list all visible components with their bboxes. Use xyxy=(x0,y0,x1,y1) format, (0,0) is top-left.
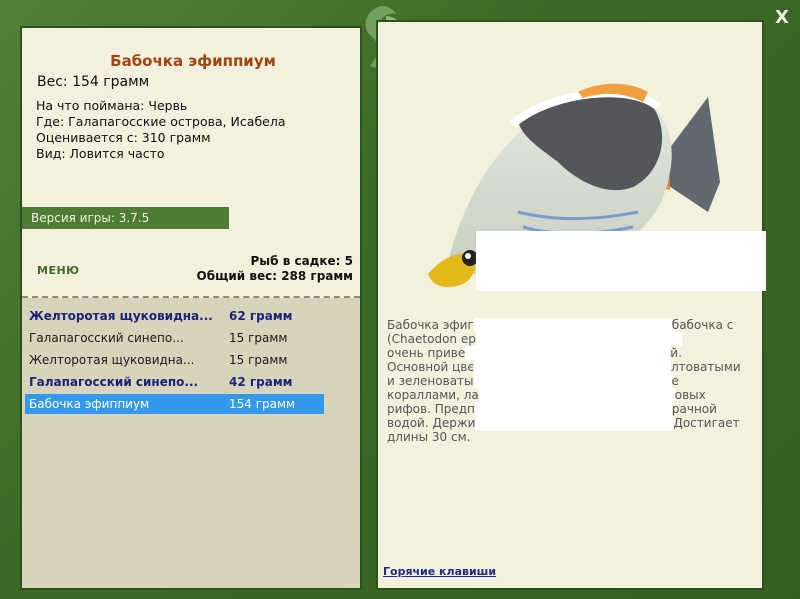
desc-line-left: водой. Держи xyxy=(387,416,476,430)
close-button[interactable]: X xyxy=(772,8,792,28)
catch-item-name: Желторотая щуковидна... xyxy=(29,309,213,323)
fish-value-from: Оценивается с: 310 грамм xyxy=(36,130,211,145)
desc-line-left: Основной цвє xyxy=(387,360,474,374)
catch-item-weight: 154 грамм xyxy=(229,397,296,411)
catch-item-name: Бабочка эфиппиум xyxy=(29,397,150,411)
desc-line-right: Достигает xyxy=(673,416,740,430)
fish-weight: Вес: 154 грамм xyxy=(37,74,150,90)
desc-line-right: й. xyxy=(670,346,682,360)
desc-line-right: лтоватыми xyxy=(670,360,741,374)
fish-image-panel: Бабочка эфиг бабочка с (Chaetodon ep очен… xyxy=(376,20,766,590)
version-label: Версия игры: 3.7.5 xyxy=(22,207,229,229)
catch-item-weight: 42 грамм xyxy=(229,375,293,389)
desc-line-left: кораллами, ла xyxy=(387,388,479,402)
desc-line-right: е xyxy=(671,374,679,388)
catch-list-item[interactable]: Галапагосский синепо... 42 грамм xyxy=(25,372,324,392)
cage-total-weight: Общий вес: 288 грамм xyxy=(196,269,353,283)
catch-item-weight: 15 грамм xyxy=(229,331,288,345)
desc-line-left: (Chaetodon ep xyxy=(387,332,476,346)
fish-location: Где: Галапагосские острова, Исабела xyxy=(36,114,286,129)
catch-item-name: Галапагосский синепо... xyxy=(29,375,199,389)
hotkeys-link[interactable]: Горячие клавиши xyxy=(383,565,496,578)
catch-list-item[interactable]: Галапагосский синепо... 15 грамм xyxy=(25,328,324,348)
fish-frequency: Вид: Ловится часто xyxy=(36,146,165,161)
desc-line-left: рифов. Предп xyxy=(387,402,475,416)
catch-list-item-selected[interactable]: Бабочка эфиппиум 154 грамм xyxy=(25,394,324,414)
fish-bait: На что поймана: Червь xyxy=(36,98,188,113)
catch-item-name: Желторотая щуковидна... xyxy=(29,353,195,367)
catch-list-item[interactable]: Желторотая щуковидна... 62 грамм xyxy=(25,306,324,326)
catch-item-weight: 15 грамм xyxy=(229,353,288,367)
desc-line-left: очень приве xyxy=(387,346,466,360)
catch-item-weight: 62 грамм xyxy=(229,309,293,323)
desc-line-right: овых xyxy=(674,388,706,402)
catch-item-name: Галапагосский синепо... xyxy=(29,331,184,345)
desc-line-left: длины 30 см. xyxy=(387,430,471,444)
fish-title: Бабочка эфиппиум xyxy=(110,52,276,70)
catch-list-item[interactable]: Желторотая щуковидна... 15 грамм xyxy=(25,350,324,370)
catch-list: Желторотая щуковидна... 62 грамм Галапаг… xyxy=(22,298,360,588)
menu-button[interactable]: МЕНЮ xyxy=(37,264,80,277)
cage-count: Рыб в садке: 5 xyxy=(250,254,354,268)
desc-line-right: бабочка с xyxy=(671,318,734,332)
desc-line-left: и зеленоваты xyxy=(387,374,474,388)
fish-description: Бабочка эфиг бабочка с (Chaetodon ep очен… xyxy=(387,318,757,444)
image-placeholder xyxy=(476,231,766,291)
fish-info-panel: Бабочка эфиппиум Вес: 154 грамм На что п… xyxy=(20,26,362,590)
desc-line-right: рачной xyxy=(671,402,717,416)
desc-line-left: Бабочка эфиг xyxy=(387,318,474,332)
